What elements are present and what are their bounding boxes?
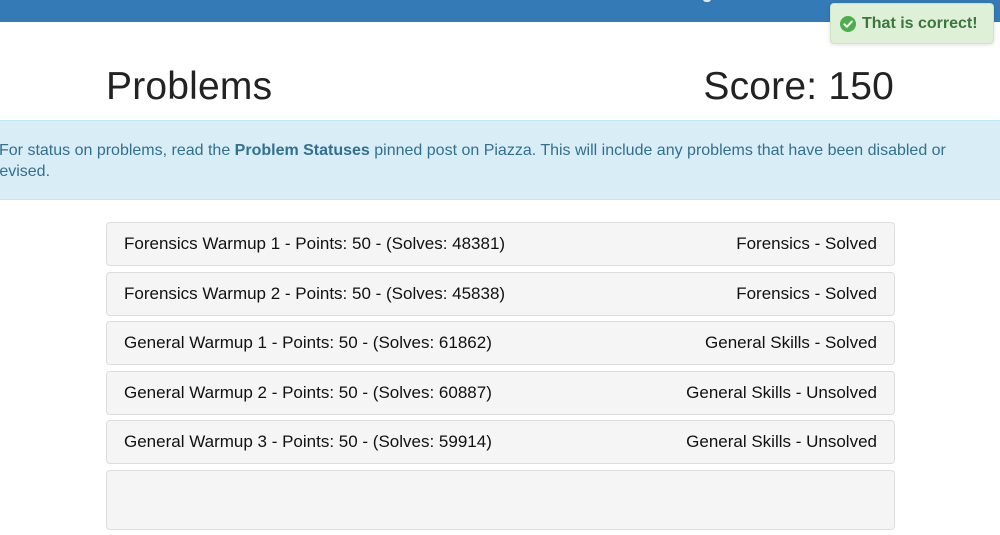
score-display: Score: 150 xyxy=(703,65,894,108)
success-toast[interactable]: That is correct! xyxy=(830,3,994,44)
problem-name: Forensics Warmup 2 - Points: 50 - (Solve… xyxy=(124,283,506,303)
problem-item[interactable]: Forensics Warmup 2 - Points: 50 - (Solve… xyxy=(106,271,895,316)
problem-status: Forensics - Solved xyxy=(736,283,877,303)
problem-item[interactable]: General Warmup 1 - Points: 50 - (Solves:… xyxy=(106,321,895,365)
problem-item[interactable]: General Warmup 2 - Points: 50 - (Solves:… xyxy=(106,370,895,415)
problem-item[interactable]: Forensics Warmup 1 - Points: 50 - (Solve… xyxy=(106,222,895,266)
check-circle-icon xyxy=(840,15,856,32)
notice-text-line2: revised. xyxy=(0,163,51,180)
problem-item[interactable] xyxy=(106,469,895,530)
problem-name: General Warmup 3 - Points: 50 - (Solves:… xyxy=(124,432,492,451)
problem-status: General Skills - Unsolved xyxy=(686,382,877,402)
toast-message: That is correct! xyxy=(862,14,978,32)
info-notice: For status on problems, read the Problem… xyxy=(0,120,1000,200)
problem-list: Forensics Warmup 1 - Points: 50 - (Solve… xyxy=(106,222,895,535)
notice-text-after: pinned post on Piazza. This will include… xyxy=(369,142,946,159)
page-title: Problems xyxy=(106,65,273,108)
problem-item[interactable]: General Warmup 3 - Points: 50 - (Solves:… xyxy=(106,420,895,464)
problem-statuses-link[interactable]: Problem Statuses xyxy=(235,142,370,159)
notice-text-before: For status on problems, read the xyxy=(0,142,235,159)
problem-name: General Warmup 2 - Points: 50 - (Solves:… xyxy=(124,382,492,402)
problem-name: Forensics Warmup 1 - Points: 50 - (Solve… xyxy=(124,234,506,253)
navbar-item-fragment[interactable] xyxy=(703,0,711,2)
problem-status: General Skills - Unsolved xyxy=(686,432,877,451)
problem-status: General Skills - Solved xyxy=(705,333,877,352)
problem-name: General Warmup 1 - Points: 50 - (Solves:… xyxy=(124,333,492,352)
problem-status: Forensics - Solved xyxy=(736,234,877,253)
